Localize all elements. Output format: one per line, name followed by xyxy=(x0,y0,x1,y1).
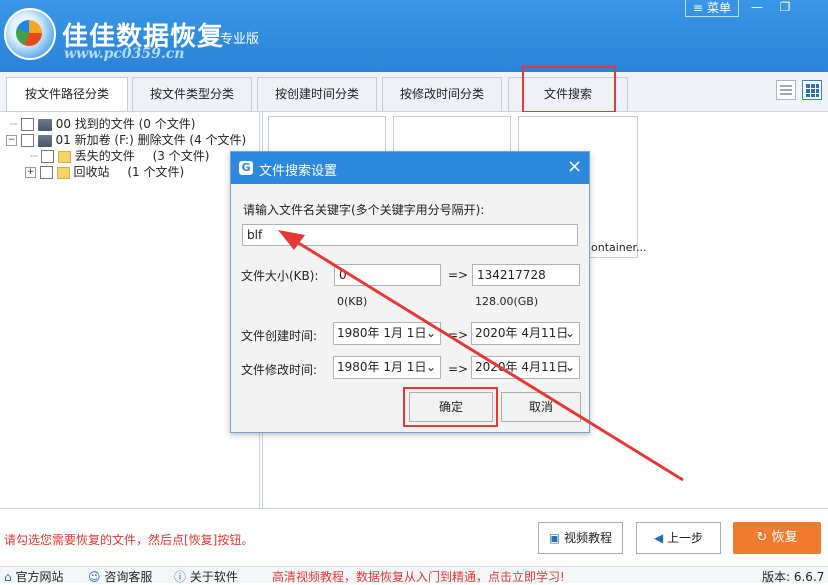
about-link[interactable]: ⓘ 关于软件 xyxy=(174,568,238,585)
website-link[interactable]: ⌂ 官方网站 xyxy=(4,568,63,585)
arrow-left-icon: ◀ xyxy=(653,531,664,545)
about-label: 关于软件 xyxy=(189,570,238,584)
info-icon: ⓘ xyxy=(174,570,187,584)
recover-button[interactable]: ↻ 恢复 xyxy=(733,522,821,554)
home-icon: ⌂ xyxy=(4,570,12,584)
recover-label: 恢复 xyxy=(771,530,798,545)
support-label: 咨询客服 xyxy=(104,570,153,584)
support-icon: ☺ xyxy=(88,570,101,584)
annotation-arrow xyxy=(278,230,684,482)
website-label: 官方网站 xyxy=(15,570,64,584)
back-label: 上一步 xyxy=(667,531,704,545)
version-label: 版本: 6.6.7 xyxy=(762,570,825,584)
support-link[interactable]: ☺ 咨询客服 xyxy=(88,568,152,585)
video-tutorial-label: 视频教程 xyxy=(564,531,613,545)
back-button[interactable]: ◀ 上一步 xyxy=(636,522,721,554)
promo-link[interactable]: 高清视频教程，数据恢复从入门到精通，点击立即学习! xyxy=(272,568,565,585)
recover-hint: 请勾选您需要恢复的文件，然后点[恢复]按钮。 xyxy=(4,533,254,547)
video-icon: ▣ xyxy=(548,531,561,545)
video-tutorial-button[interactable]: ▣ 视频教程 xyxy=(538,522,623,554)
refresh-icon: ↻ xyxy=(756,530,768,545)
